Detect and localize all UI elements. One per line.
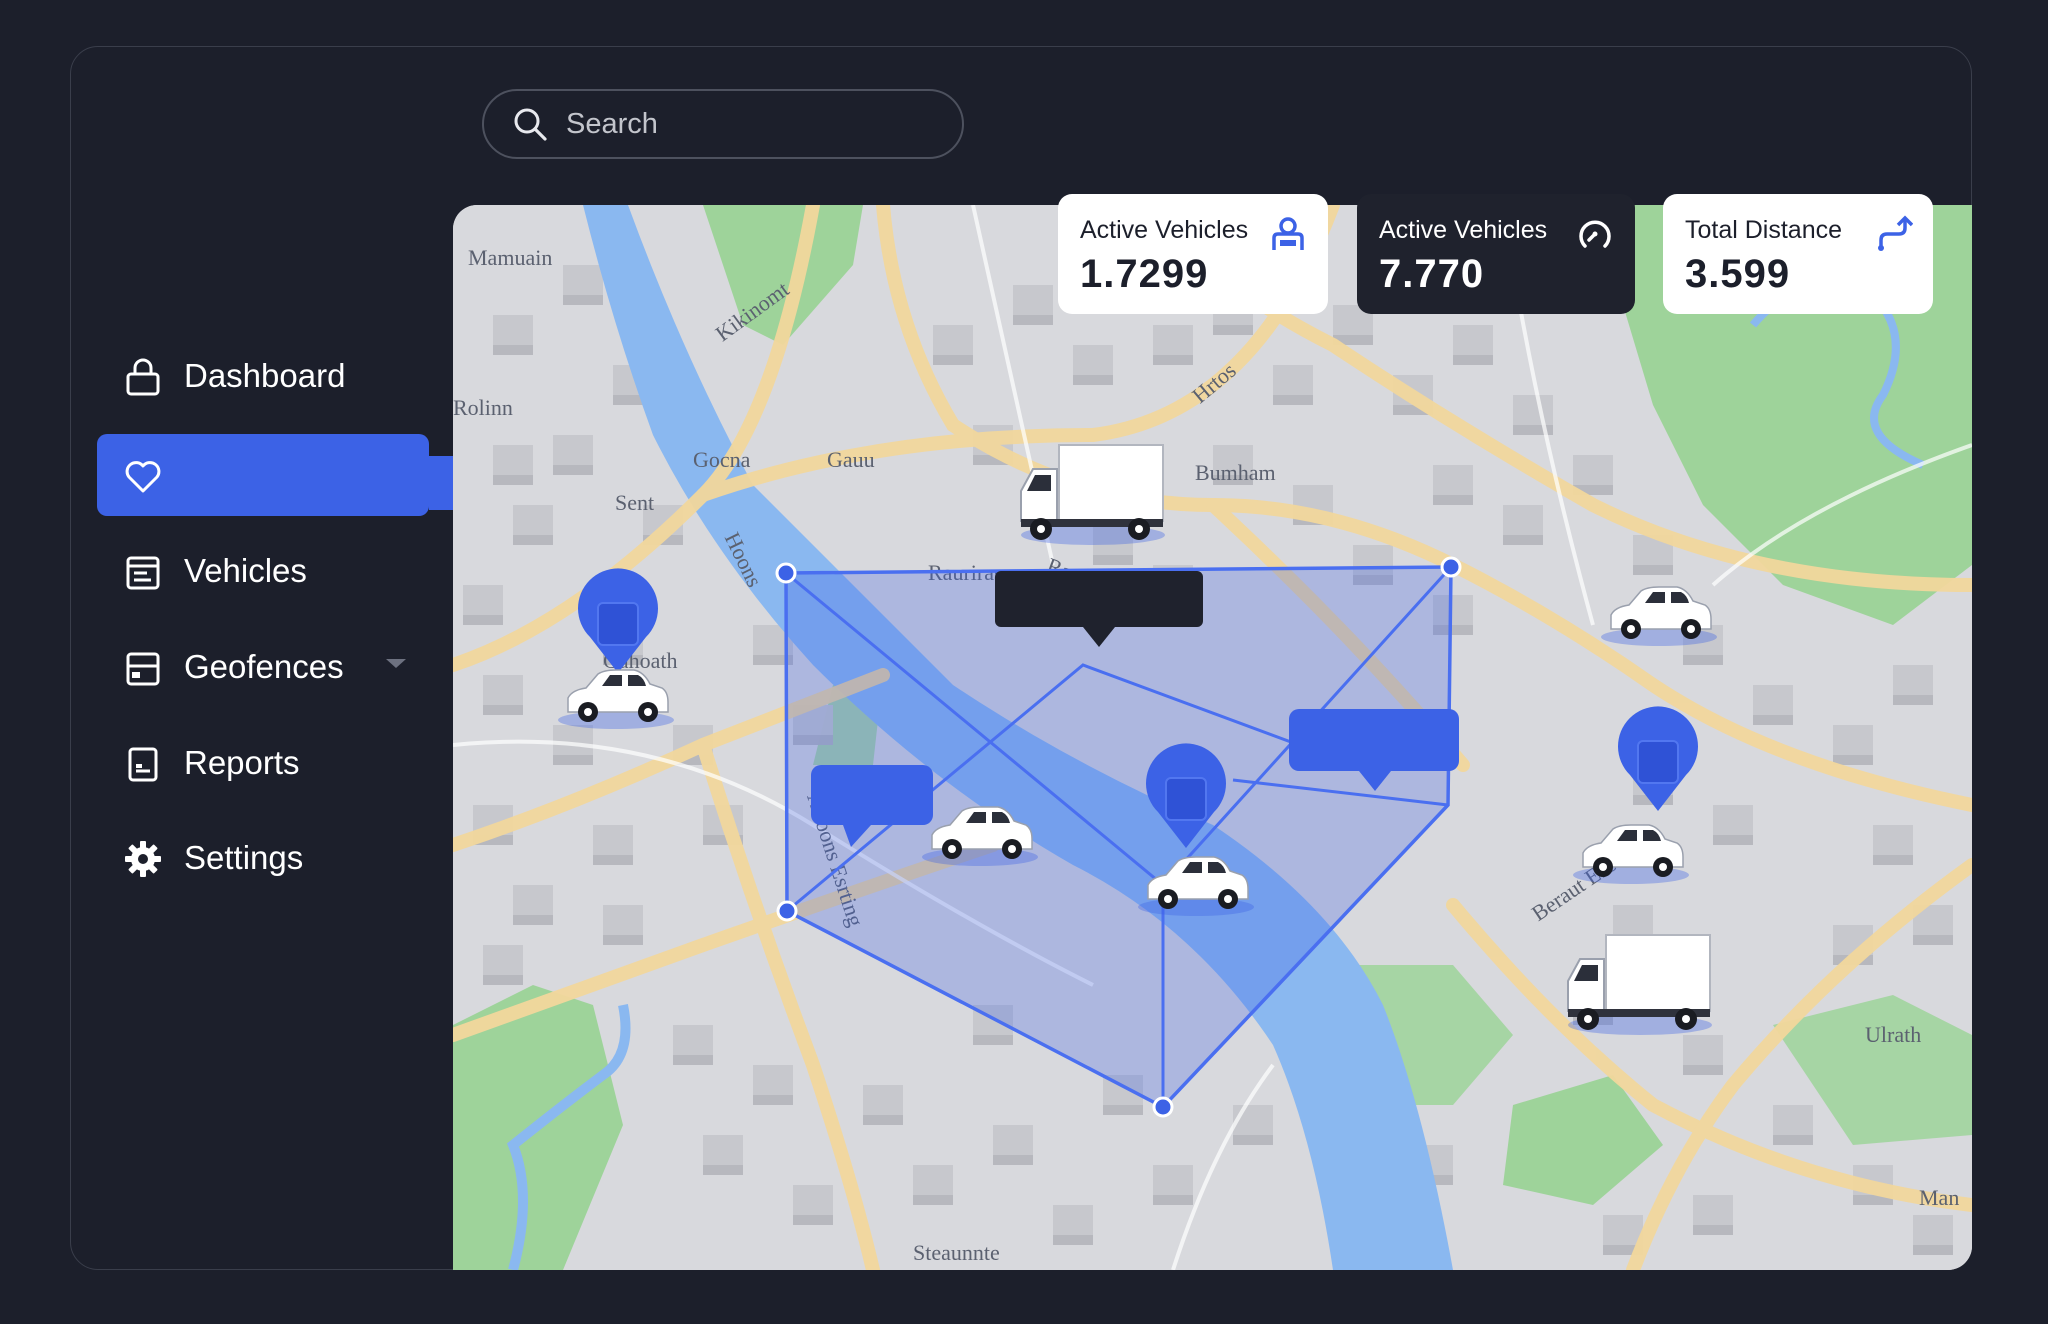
stat-value: 7.770	[1379, 252, 1485, 296]
fleet-map[interactable]: Mamuain Kikinomt Gocna Gauu Bumham Sent …	[453, 205, 1972, 1270]
lock-icon	[123, 357, 163, 397]
calendar-icon	[123, 552, 163, 592]
sidebar-item-label: Geofences	[184, 648, 344, 685]
search-icon	[514, 108, 547, 141]
stat-value: 3.599	[1685, 252, 1791, 296]
sidebar-item-label: Dashboard	[184, 357, 346, 394]
sidebar-item-dashboard[interactable]: Dashboard	[97, 335, 429, 417]
document-icon	[123, 744, 163, 784]
route-icon	[1878, 215, 1913, 251]
map-label: Gocna	[693, 447, 751, 472]
sidebar-item-settings[interactable]: Settings	[97, 817, 429, 899]
map-label: Mamuain	[468, 245, 552, 270]
driver-icon	[1272, 217, 1304, 250]
map-label: Man	[1919, 1185, 1959, 1210]
sidebar-item-vehicles[interactable]: Vehicles	[97, 530, 429, 612]
stat-value: 1.7299	[1080, 252, 1209, 296]
stat-card-active-vehicles[interactable]: Active Vehicles 1.7299	[1058, 194, 1328, 314]
stat-card-active-vehicles-dark[interactable]: Active Vehicles 7.770	[1357, 194, 1635, 314]
inbox-icon	[123, 648, 163, 688]
sidebar-item-favorites[interactable]	[97, 434, 429, 516]
map-label: Rolinn	[453, 395, 513, 420]
map-label: Gauu	[827, 447, 875, 472]
active-indicator	[429, 456, 453, 510]
map-label: Steaunnte	[913, 1240, 1000, 1265]
map-label: Sent	[615, 490, 654, 515]
map-label: Ulrath	[1865, 1022, 1921, 1047]
stat-card-total-distance[interactable]: Total Distance 3.599	[1663, 194, 1933, 314]
speedometer-icon	[1579, 220, 1611, 248]
map-label: Bumham	[1195, 460, 1276, 485]
search-placeholder: Search	[566, 107, 658, 140]
sidebar-item-reports[interactable]: Reports	[97, 722, 429, 804]
search-input[interactable]: Search	[482, 89, 964, 159]
chevron-down-icon[interactable]	[383, 656, 409, 672]
sidebar-item-label: Settings	[184, 839, 304, 876]
sidebar-item-label: Vehicles	[184, 552, 307, 589]
gear-icon	[123, 839, 163, 879]
heart-icon	[123, 456, 163, 496]
stat-label: Active Vehicles	[1379, 216, 1548, 244]
stat-label: Total Distance	[1685, 216, 1843, 244]
stat-label: Active Vehicles	[1080, 216, 1249, 244]
sidebar-item-geofences[interactable]: Geofences	[97, 626, 429, 708]
sidebar-item-label: Reports	[184, 744, 300, 781]
